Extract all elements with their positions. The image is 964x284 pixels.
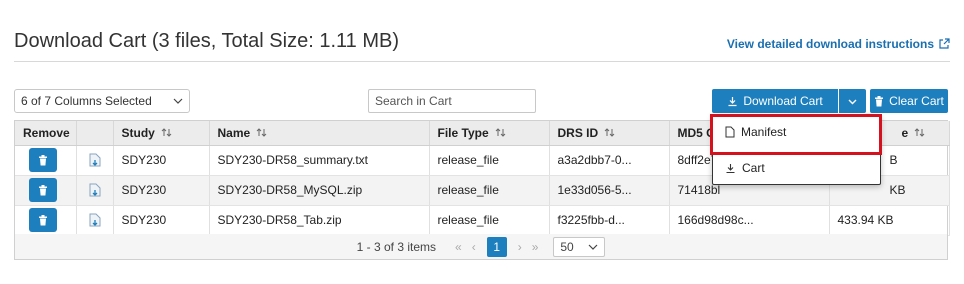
trash-icon bbox=[39, 154, 47, 165]
file-type: release_file bbox=[429, 205, 550, 236]
column-selector-label: 6 of 7 Columns Selected bbox=[21, 94, 152, 108]
drs-id-link[interactable]: a3a2dbb7-0... bbox=[549, 145, 670, 176]
column-header-remove: Remove bbox=[15, 121, 77, 146]
menu-item-cart[interactable]: Cart bbox=[713, 151, 880, 185]
pagination-bar: 1 - 3 of 3 items « ‹ 1 › » 50 bbox=[14, 234, 948, 260]
chevron-down-icon bbox=[848, 99, 857, 104]
download-cart-button[interactable]: Download Cart bbox=[712, 89, 838, 113]
remove-row-button[interactable] bbox=[29, 178, 57, 202]
sort-icon bbox=[604, 128, 615, 137]
column-header-study[interactable]: Study bbox=[113, 121, 210, 146]
previous-page-button[interactable]: ‹ bbox=[472, 240, 476, 254]
file-type: release_file bbox=[429, 175, 550, 206]
drs-id-link[interactable]: f3225fbb-d... bbox=[549, 205, 670, 236]
sort-icon bbox=[161, 128, 172, 137]
last-page-button[interactable]: » bbox=[532, 240, 539, 254]
column-selector[interactable]: 6 of 7 Columns Selected bbox=[14, 89, 190, 113]
trash-icon bbox=[875, 95, 884, 106]
file-download-icon[interactable] bbox=[89, 183, 101, 197]
column-header-file-type[interactable]: File Type bbox=[429, 121, 550, 146]
cart-toolbar: 6 of 7 Columns Selected Download Cart Cl… bbox=[14, 89, 950, 113]
menu-item-cart-label: Cart bbox=[742, 161, 765, 175]
page-size-select[interactable]: 50 bbox=[553, 236, 606, 257]
sort-icon bbox=[914, 128, 925, 137]
trash-icon bbox=[39, 184, 47, 195]
next-page-button[interactable]: › bbox=[518, 240, 522, 254]
trash-icon bbox=[39, 214, 47, 225]
page-size-value: 50 bbox=[560, 239, 574, 254]
clear-cart-button[interactable]: Clear Cart bbox=[870, 89, 948, 113]
file-name: SDY230-DR58_MySQL.zip bbox=[209, 175, 430, 206]
column-header-file-icon bbox=[76, 121, 114, 146]
instructions-link-label: View detailed download instructions bbox=[726, 37, 934, 51]
download-icon bbox=[728, 96, 737, 106]
column-header-name[interactable]: Name bbox=[209, 121, 430, 146]
column-header-drs-id[interactable]: DRS ID bbox=[549, 121, 670, 146]
file-name: SDY230-DR58_summary.txt bbox=[209, 145, 430, 176]
file-size: 433.94 KB bbox=[829, 205, 950, 236]
md5-value: 166d98d98c... bbox=[669, 205, 830, 236]
highlight-box bbox=[710, 114, 882, 155]
study-link[interactable]: SDY230 bbox=[113, 175, 210, 206]
download-instructions-link[interactable]: View detailed download instructions bbox=[727, 37, 950, 51]
remove-row-button[interactable] bbox=[29, 208, 57, 232]
current-page-button[interactable]: 1 bbox=[486, 236, 507, 257]
chevron-down-icon bbox=[173, 98, 183, 104]
first-page-button[interactable]: « bbox=[455, 240, 462, 254]
clear-cart-label: Clear Cart bbox=[889, 94, 944, 108]
download-icon bbox=[726, 163, 735, 173]
external-link-icon bbox=[939, 38, 950, 49]
table-row: SDY230 SDY230-DR58_Tab.zip release_file … bbox=[15, 205, 950, 236]
download-options-toggle[interactable] bbox=[839, 89, 866, 113]
drs-id-link[interactable]: 1e33d056-5... bbox=[549, 175, 670, 206]
sort-icon bbox=[256, 128, 267, 137]
file-download-icon[interactable] bbox=[89, 213, 101, 227]
page-title: Download Cart (3 files, Total Size: 1.11… bbox=[14, 30, 399, 52]
file-name: SDY230-DR58_Tab.zip bbox=[209, 205, 430, 236]
pagination-items-label: 1 - 3 of 3 items bbox=[356, 239, 436, 254]
file-type: release_file bbox=[429, 145, 550, 176]
download-cart-label: Download Cart bbox=[743, 94, 823, 108]
file-download-icon[interactable] bbox=[89, 153, 101, 167]
remove-row-button[interactable] bbox=[29, 148, 57, 172]
page-header: Download Cart (3 files, Total Size: 1.11… bbox=[14, 30, 950, 62]
sort-icon bbox=[495, 128, 505, 137]
chevron-down-icon bbox=[588, 244, 598, 250]
study-link[interactable]: SDY230 bbox=[113, 145, 210, 176]
search-input[interactable] bbox=[368, 89, 536, 113]
study-link[interactable]: SDY230 bbox=[113, 205, 210, 236]
